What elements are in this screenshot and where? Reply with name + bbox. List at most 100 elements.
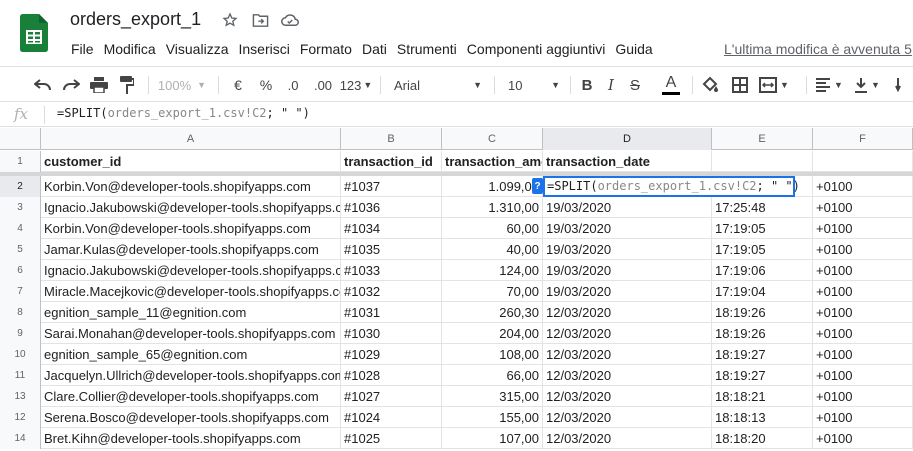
cell-time[interactable]: 18:19:27 xyxy=(712,365,813,386)
increase-decimals-button[interactable]: .00 xyxy=(308,67,338,103)
font-size-select[interactable]: 10 ▼ xyxy=(500,67,566,103)
paint-format-icon[interactable] xyxy=(114,67,140,103)
formula-input[interactable]: =SPLIT(orders_export_1.csv!C2; " ") xyxy=(57,106,310,120)
formula-help-badge[interactable]: ? xyxy=(532,178,543,194)
cell-transaction-amount[interactable]: 204,00 xyxy=(442,323,543,344)
cell-customer-id[interactable]: Clare.Collier@developer-tools.shopifyapp… xyxy=(41,386,341,407)
document-title[interactable]: orders_export_1 xyxy=(70,9,201,30)
cell-transaction-date[interactable]: 19/03/2020 xyxy=(543,218,712,239)
cell-transaction-date[interactable]: 12/03/2020 xyxy=(543,365,712,386)
last-edit-link[interactable]: L'ultima modifica è avvenuta 5 xyxy=(724,41,912,57)
menu-data[interactable]: Dati xyxy=(357,39,392,59)
cell-transaction-id[interactable]: #1032 xyxy=(341,281,442,302)
cell-transaction-date[interactable]: 12/03/2020 xyxy=(543,428,712,449)
redo-icon[interactable] xyxy=(58,67,84,103)
cell-customer-id[interactable]: Jacquelyn.Ullrich@developer-tools.shopif… xyxy=(41,365,341,386)
column-header-e[interactable]: E xyxy=(712,128,813,150)
row-header[interactable]: 4 xyxy=(0,218,41,239)
cell-time[interactable]: 17:19:04 xyxy=(712,281,813,302)
cell-customer-id[interactable]: Bret.Kihn@developer-tools.shopifyapps.co… xyxy=(41,428,341,449)
cell-transaction-amount[interactable]: 1.310,00 xyxy=(442,197,543,218)
menu-format[interactable]: Formato xyxy=(295,39,357,59)
header-cell-transaction-amount[interactable]: transaction_amount xyxy=(442,151,543,172)
cell-transaction-date[interactable]: 12/03/2020 xyxy=(543,323,712,344)
cell-timezone[interactable]: +0100 xyxy=(813,239,913,260)
cell-transaction-date[interactable]: 12/03/2020 xyxy=(543,302,712,323)
menu-help[interactable]: Guida xyxy=(610,39,657,59)
row-header[interactable]: 13 xyxy=(0,386,41,407)
fill-color-icon[interactable] xyxy=(698,67,722,103)
row-header[interactable]: 7 xyxy=(0,281,41,302)
cell-time[interactable]: 17:19:05 xyxy=(712,239,813,260)
column-header-c[interactable]: C xyxy=(442,128,543,150)
row-header[interactable]: 10 xyxy=(0,344,41,365)
menu-insert[interactable]: Inserisci xyxy=(233,39,294,59)
cell-transaction-amount[interactable]: 70,00 xyxy=(442,281,543,302)
cell-transaction-id[interactable]: #1035 xyxy=(341,239,442,260)
row-header[interactable]: 2 xyxy=(0,176,41,197)
cell-transaction-date[interactable]: 19/03/2020 xyxy=(543,197,712,218)
cell-customer-id[interactable]: Ignacio.Jakubowski@developer-tools.shopi… xyxy=(41,260,341,281)
italic-icon[interactable]: I xyxy=(600,67,622,103)
cell-time[interactable]: 18:19:26 xyxy=(712,323,813,344)
cell-timezone[interactable]: +0100 xyxy=(813,323,913,344)
vertical-align-icon[interactable]: ▼ xyxy=(850,67,884,103)
horizontal-align-icon[interactable]: ▼ xyxy=(812,67,846,103)
percent-format-button[interactable]: % xyxy=(254,67,278,103)
cell-timezone[interactable]: +0100 xyxy=(813,302,913,323)
header-cell-transaction-date[interactable]: transaction_date xyxy=(543,151,712,172)
cell-transaction-amount[interactable]: 260,30 xyxy=(442,302,543,323)
bold-button[interactable]: B xyxy=(576,67,598,103)
cell-transaction-amount[interactable]: 124,00 xyxy=(442,260,543,281)
header-cell-customer-id[interactable]: customer_id xyxy=(41,151,341,172)
cell-transaction-amount[interactable]: 108,00 xyxy=(442,344,543,365)
print-icon[interactable] xyxy=(86,67,112,103)
column-header-b[interactable]: B xyxy=(341,128,442,150)
cell-time[interactable]: 18:19:27 xyxy=(712,344,813,365)
cloud-saved-icon[interactable] xyxy=(280,10,300,30)
cell-editor[interactable]: =SPLIT(orders_export_1.csv!C2; " ") xyxy=(543,176,800,197)
header-cell-timezone[interactable] xyxy=(813,151,913,172)
row-header[interactable]: 5 xyxy=(0,239,41,260)
cell-transaction-id[interactable]: #1034 xyxy=(341,218,442,239)
cell-timezone[interactable]: +0100 xyxy=(813,428,913,449)
column-header-a[interactable]: A xyxy=(41,128,341,150)
cell-time[interactable]: 17:19:06 xyxy=(712,260,813,281)
cell-transaction-id[interactable]: #1028 xyxy=(341,365,442,386)
cell-customer-id[interactable]: egnition_sample_11@egnition.com xyxy=(41,302,341,323)
cell-time[interactable]: 18:18:20 xyxy=(712,428,813,449)
cell-timezone[interactable]: +0100 xyxy=(813,386,913,407)
cell-customer-id[interactable]: Ignacio.Jakubowski@developer-tools.shopi… xyxy=(41,197,341,218)
cell-timezone[interactable]: +0100 xyxy=(813,281,913,302)
menu-addons[interactable]: Componenti aggiuntivi xyxy=(462,39,611,59)
strikethrough-button[interactable]: S xyxy=(624,67,646,103)
cell-timezone[interactable]: +0100 xyxy=(813,365,913,386)
cell-transaction-amount[interactable]: 60,00 xyxy=(442,218,543,239)
cell-transaction-amount[interactable]: 1.099,00 xyxy=(442,176,543,197)
cell-time[interactable]: 18:19:26 xyxy=(712,302,813,323)
menu-tools[interactable]: Strumenti xyxy=(392,39,462,59)
menu-edit[interactable]: Modifica xyxy=(99,39,161,59)
row-header[interactable]: 8 xyxy=(0,302,41,323)
row-header[interactable]: 9 xyxy=(0,323,41,344)
row-header[interactable]: 12 xyxy=(0,407,41,428)
cell-transaction-id[interactable]: #1031 xyxy=(341,302,442,323)
cell-transaction-id[interactable]: #1024 xyxy=(341,407,442,428)
cell-transaction-amount[interactable]: 107,00 xyxy=(442,428,543,449)
column-header-d[interactable]: D xyxy=(543,128,712,150)
cell-transaction-id[interactable]: #1025 xyxy=(341,428,442,449)
cell-transaction-id[interactable]: #1027 xyxy=(341,386,442,407)
column-header-f[interactable]: F xyxy=(813,128,913,150)
cell-customer-id[interactable]: Korbin.Von@developer-tools.shopifyapps.c… xyxy=(41,176,341,197)
header-cell-transaction-id[interactable]: transaction_id xyxy=(341,151,442,172)
zoom-select[interactable]: 100% ▼ xyxy=(154,67,210,103)
cell-transaction-id[interactable]: #1037 xyxy=(341,176,442,197)
row-header[interactable]: 3 xyxy=(0,197,41,218)
cell-timezone[interactable]: +0100 xyxy=(813,176,913,197)
cell-customer-id[interactable]: Jamar.Kulas@developer-tools.shopifyapps.… xyxy=(41,239,341,260)
row-header[interactable]: 1 xyxy=(0,151,41,172)
cell-timezone[interactable]: +0100 xyxy=(813,260,913,281)
menu-file[interactable]: File xyxy=(66,39,99,59)
cell-transaction-amount[interactable]: 40,00 xyxy=(442,239,543,260)
decrease-decimals-button[interactable]: .0 xyxy=(280,67,306,103)
